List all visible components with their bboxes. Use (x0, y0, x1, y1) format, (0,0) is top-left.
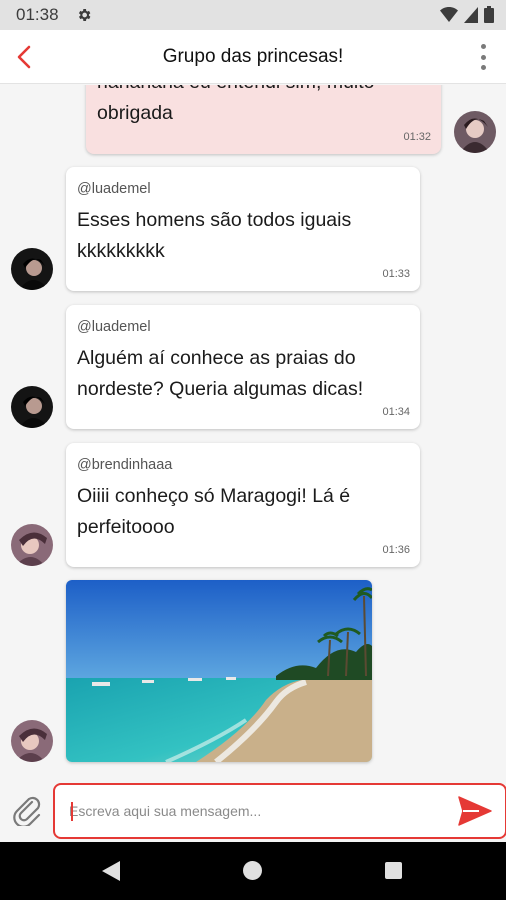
message-input[interactable] (69, 785, 449, 837)
app-bar: Grupo das princesas! (0, 30, 506, 84)
avatar[interactable] (454, 111, 496, 153)
message-input-box (53, 783, 506, 839)
message-author[interactable]: @luademel (77, 319, 151, 335)
gear-icon (78, 9, 91, 21)
message-text: Oiiii conheço só Maragogi! Lá é perfeito… (77, 485, 351, 538)
status-time: 01:38 (16, 5, 59, 24)
message-time: 01:34 (382, 406, 410, 418)
beach-photo[interactable] (66, 580, 372, 762)
message-author[interactable]: @brendinhaaa (77, 457, 172, 473)
message-time: 01:32 (403, 131, 431, 143)
page-title: Grupo das princesas! (162, 46, 344, 67)
message-text: Esses homens são todos iguais kkkkkkkkk (77, 209, 352, 262)
wifi-icon (440, 6, 458, 22)
battery-icon (484, 6, 494, 23)
message-bubble-incoming[interactable]: @brendinhaaa Oiiii conheço só Maragogi! … (66, 443, 420, 567)
avatar[interactable] (11, 386, 53, 428)
more-vert-icon (480, 44, 486, 49)
attach-button[interactable] (10, 792, 44, 828)
message-bubble-outgoing[interactable]: hahahaha eu entendi sim, muito obrigada … (86, 85, 441, 154)
avatar[interactable] (11, 524, 53, 566)
message-text: Alguém aí conhece as praias do nordeste?… (77, 347, 364, 400)
send-icon (458, 796, 492, 826)
message-bubble-incoming[interactable]: @luademel Esses homens são todos iguais … (66, 167, 420, 291)
message-text: hahahaha eu entendi sim, muito obrigada (97, 85, 375, 124)
nav-back-icon[interactable] (100, 860, 122, 882)
avatar[interactable] (11, 720, 53, 762)
status-icons (440, 6, 494, 23)
message-bubble-incoming[interactable]: @luademel Alguém aí conhece as praias do… (66, 305, 420, 429)
status-bar: 01:38 (0, 0, 506, 30)
image-message[interactable] (66, 580, 372, 762)
message-composer (0, 780, 506, 842)
message-time: 01:33 (382, 268, 410, 280)
paperclip-icon (13, 796, 41, 828)
signal-icon (464, 6, 478, 23)
send-button[interactable] (457, 795, 493, 827)
more-options-button[interactable] (478, 42, 488, 72)
text-cursor (71, 802, 73, 821)
nav-recents-icon[interactable] (385, 862, 402, 879)
message-author[interactable]: @luademel (77, 181, 151, 197)
nav-home-icon[interactable] (243, 861, 262, 880)
system-nav-bar (0, 842, 506, 900)
avatar[interactable] (11, 248, 53, 290)
chat-messages[interactable]: hahahaha eu entendi sim, muito obrigada … (0, 85, 506, 780)
message-time: 01:36 (382, 544, 410, 556)
